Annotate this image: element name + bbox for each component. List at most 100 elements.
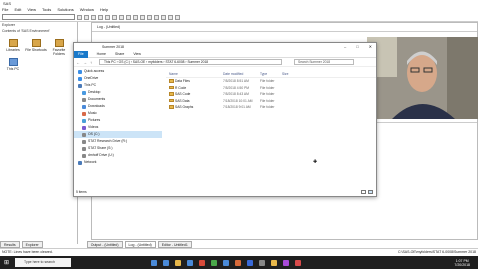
file-row[interactable]: SAS Graphs 7/18/2018 9:01 AM File folder [166, 104, 376, 111]
folder-icon [169, 98, 174, 103]
windows-start-icon[interactable]: ⊞ [4, 259, 9, 266]
navigation-pane: Quick access OneDrive This PC Desktop Do… [74, 68, 162, 190]
task-view-icon[interactable] [151, 259, 158, 266]
undo-icon[interactable] [133, 14, 138, 20]
network-drive-icon [82, 139, 86, 144]
nav-desktop[interactable]: Desktop [74, 89, 162, 96]
tab-results[interactable]: Results [0, 240, 20, 248]
mouse-pointer-icon: ✚ [313, 159, 318, 165]
run-icon[interactable] [154, 14, 159, 20]
nav-videos[interactable]: Videos [74, 124, 162, 131]
nav-quick-access[interactable]: Quick access [74, 68, 162, 75]
favorite-folders-icon [54, 39, 64, 47]
status-bar: NOTE: Lines have been cleared. C:\SAS-OE… [0, 248, 478, 255]
app-title: SAS [0, 0, 478, 7]
file-shortcuts-icon [31, 39, 41, 47]
explorer-icon[interactable] [147, 14, 152, 20]
favorite-folders-item[interactable]: Favorite Folders [48, 39, 70, 56]
column-size[interactable]: Size [282, 71, 297, 77]
app-icon[interactable] [259, 259, 266, 266]
nav-onedrive[interactable]: OneDrive [74, 75, 162, 82]
taskbar: ⊞ Type here to search 1:07 PM 7/20/2018 [0, 256, 478, 269]
command-box[interactable] [2, 14, 75, 20]
close-icon[interactable]: ✕ [369, 43, 372, 51]
app-icon[interactable] [283, 259, 290, 266]
column-name[interactable]: Name [166, 71, 223, 77]
nav-pictures[interactable]: Pictures [74, 117, 162, 124]
star-icon [78, 69, 82, 74]
tab-output[interactable]: Output - (Untitled) [86, 240, 123, 248]
copy-icon[interactable] [119, 14, 124, 20]
tab-explorer[interactable]: Explorer [21, 240, 43, 248]
sas-icon[interactable] [247, 259, 254, 266]
new-icon[interactable] [77, 14, 82, 20]
nav-os-drive[interactable]: OS (C:) [74, 131, 162, 138]
computer-icon [8, 58, 18, 66]
libraries-icon [8, 39, 18, 47]
word-icon[interactable] [223, 259, 230, 266]
network-drive-icon [82, 146, 86, 151]
help-icon[interactable] [175, 14, 180, 20]
nav-network[interactable]: Network [74, 159, 162, 166]
forward-icon[interactable]: → [83, 60, 88, 65]
preview-icon[interactable] [105, 14, 110, 20]
nav-this-pc[interactable]: This PC [74, 82, 162, 89]
videos-icon [82, 125, 86, 130]
file-explorer-title-bar[interactable]: Summer 2018 – □ ✕ [74, 43, 376, 51]
tab-view[interactable]: View [133, 52, 141, 56]
folder-icon [169, 105, 174, 109]
excel-icon[interactable] [211, 259, 218, 266]
this-pc-item[interactable]: This PC [2, 58, 24, 71]
download-icon [82, 104, 86, 109]
clear-icon[interactable] [161, 14, 166, 20]
music-icon [82, 111, 86, 116]
column-date[interactable]: Date modified [223, 71, 260, 77]
cut-icon[interactable] [112, 14, 117, 20]
tab-editor[interactable]: Editor - Untitled1 [157, 240, 192, 248]
print-icon[interactable] [98, 14, 103, 20]
clock[interactable]: 1:07 PM 7/20/2018 [454, 259, 478, 267]
paste-icon[interactable] [126, 14, 131, 20]
search-input[interactable]: Search Summer 2018 [294, 59, 354, 65]
nav-downloads[interactable]: Downloads [74, 103, 162, 110]
documents-icon [82, 97, 86, 102]
up-icon[interactable]: ↑ [90, 60, 95, 65]
maximize-icon[interactable]: □ [356, 43, 358, 51]
tab-log[interactable]: Log - (Untitled) [124, 240, 156, 248]
minimize-icon[interactable]: – [344, 43, 346, 51]
file-shortcuts-item[interactable]: File Shortcuts [25, 39, 47, 52]
new-library-icon[interactable] [140, 14, 145, 20]
file-explorer-icon[interactable] [271, 259, 278, 266]
recorder-icon[interactable] [295, 259, 302, 266]
break-icon[interactable] [168, 14, 173, 20]
nav-stat-research-drive[interactable]: STAT Research Drive (R:) [74, 138, 162, 145]
store-icon[interactable] [187, 259, 194, 266]
libraries-item[interactable]: Libraries [2, 39, 24, 52]
app-icon[interactable] [199, 259, 206, 266]
file-explorer-title: Summer 2018 [102, 45, 124, 49]
taskbar-search[interactable]: Type here to search [15, 258, 72, 267]
nav-stat-share[interactable]: STAT Share (S:) [74, 145, 162, 152]
date: 7/20/2018 [454, 262, 470, 267]
nav-dmhoff-drive[interactable]: dmhoff Drive (U:) [74, 152, 162, 159]
explorer-subtitle: Contents of 'SAS Environment' [2, 29, 50, 33]
folder-icon[interactable] [175, 259, 182, 266]
address-bar[interactable]: This PC › OS (C:) › SAS-OE › myfolders ›… [99, 59, 282, 65]
open-icon[interactable] [84, 14, 89, 20]
details-view-icon[interactable] [361, 190, 366, 194]
tab-file[interactable]: File [74, 50, 88, 58]
status-message: NOTE: Lines have been cleared. [2, 250, 53, 254]
large-icons-view-icon[interactable] [368, 190, 373, 194]
tab-home[interactable]: Home [97, 52, 106, 56]
ribbon-tabs: File Home Share View [74, 50, 376, 58]
back-icon[interactable]: ← [76, 60, 81, 65]
tab-share[interactable]: Share [115, 52, 124, 56]
column-type[interactable]: Type [260, 71, 282, 77]
nav-documents[interactable]: Documents [74, 96, 162, 103]
item-count: 5 items [76, 190, 87, 194]
save-icon[interactable] [91, 14, 96, 20]
powerpoint-icon[interactable] [235, 259, 242, 266]
edge-icon[interactable] [163, 259, 170, 266]
nav-music[interactable]: Music [74, 110, 162, 117]
window-tabs: Results Explorer Output - (Untitled) Log… [0, 240, 478, 248]
